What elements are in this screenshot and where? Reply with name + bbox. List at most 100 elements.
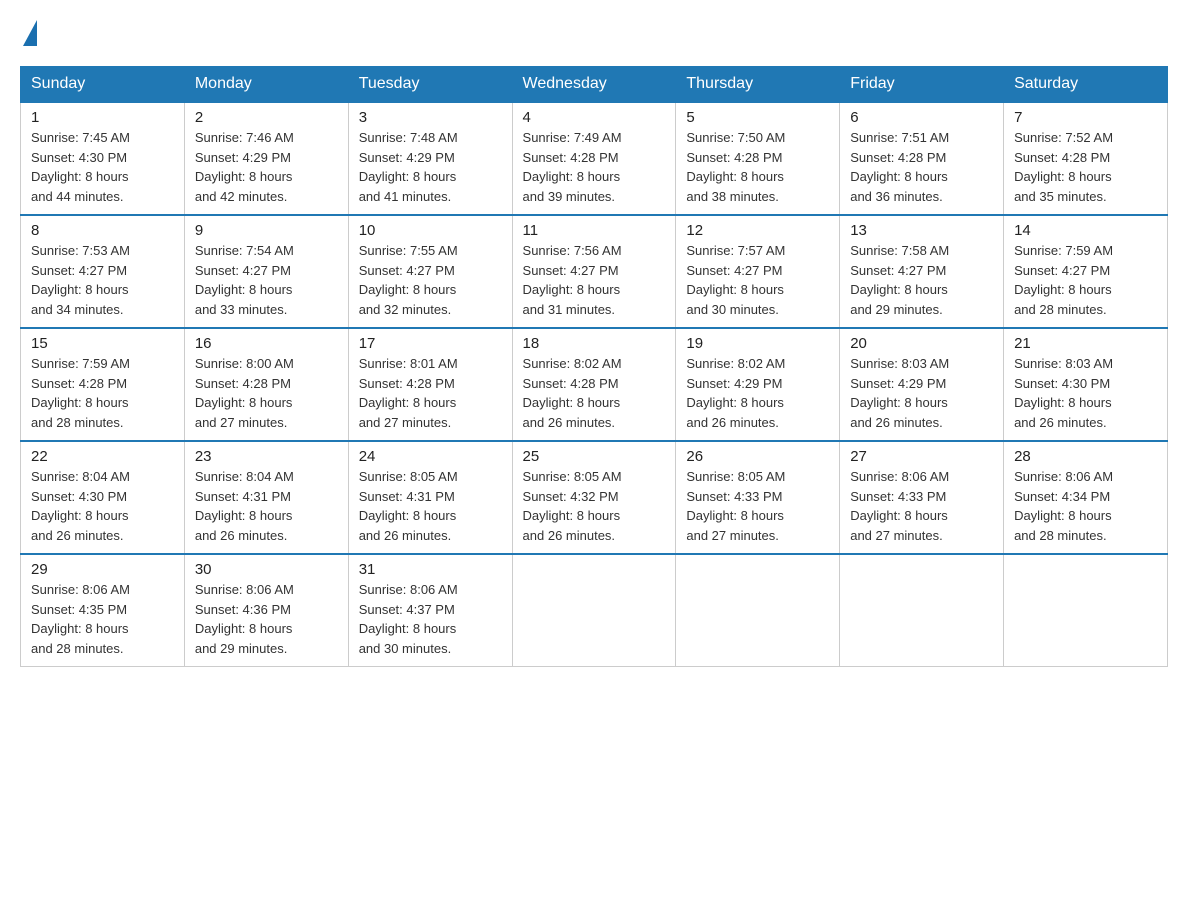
weekday-header-saturday: Saturday: [1004, 67, 1168, 103]
day-info: Sunrise: 8:04 AMSunset: 4:31 PMDaylight:…: [195, 467, 338, 545]
day-number: 25: [523, 448, 666, 465]
day-number: 6: [850, 109, 993, 126]
empty-cell: [1004, 554, 1168, 667]
week-row-3: 15 Sunrise: 7:59 AMSunset: 4:28 PMDayligh…: [21, 328, 1168, 441]
day-cell-12: 12 Sunrise: 7:57 AMSunset: 4:27 PMDayligh…: [676, 215, 840, 328]
day-info: Sunrise: 8:05 AMSunset: 4:31 PMDaylight:…: [359, 467, 502, 545]
day-number: 7: [1014, 109, 1157, 126]
day-cell-9: 9 Sunrise: 7:54 AMSunset: 4:27 PMDaylight…: [184, 215, 348, 328]
day-info: Sunrise: 8:05 AMSunset: 4:33 PMDaylight:…: [686, 467, 829, 545]
day-cell-18: 18 Sunrise: 8:02 AMSunset: 4:28 PMDayligh…: [512, 328, 676, 441]
day-cell-8: 8Sunrise: 7:53 AMSunset: 4:27 PMDaylight…: [21, 215, 185, 328]
day-cell-26: 26Sunrise: 8:05 AMSunset: 4:33 PMDayligh…: [676, 441, 840, 554]
logo-triangle-icon: [23, 20, 37, 46]
day-cell-10: 10 Sunrise: 7:55 AMSunset: 4:27 PMDayligh…: [348, 215, 512, 328]
day-cell-25: 25 Sunrise: 8:05 AMSunset: 4:32 PMDayligh…: [512, 441, 676, 554]
day-info: Sunrise: 8:00 AMSunset: 4:28 PMDaylight:…: [195, 354, 338, 432]
empty-cell: [840, 554, 1004, 667]
day-cell-14: 14Sunrise: 7:59 AMSunset: 4:27 PMDayligh…: [1004, 215, 1168, 328]
day-info: Sunrise: 8:06 AMSunset: 4:36 PMDaylight:…: [195, 580, 338, 658]
day-number: 18: [523, 335, 666, 352]
day-info: Sunrise: 8:01 AMSunset: 4:28 PMDaylight:…: [359, 354, 502, 432]
day-number: 15: [31, 335, 174, 352]
calendar-table: SundayMondayTuesdayWednesdayThursdayFrid…: [20, 66, 1168, 667]
day-number: 14: [1014, 222, 1157, 239]
day-info: Sunrise: 7:48 AMSunset: 4:29 PMDaylight:…: [359, 128, 502, 206]
day-info: Sunrise: 7:55 AMSunset: 4:27 PMDaylight:…: [359, 241, 502, 319]
day-info: Sunrise: 8:03 AMSunset: 4:29 PMDaylight:…: [850, 354, 993, 432]
day-info: Sunrise: 8:03 AMSunset: 4:30 PMDaylight:…: [1014, 354, 1157, 432]
day-cell-15: 15 Sunrise: 7:59 AMSunset: 4:28 PMDayligh…: [21, 328, 185, 441]
day-info: Sunrise: 8:02 AMSunset: 4:28 PMDaylight:…: [523, 354, 666, 432]
day-info: Sunrise: 7:51 AMSunset: 4:28 PMDaylight:…: [850, 128, 993, 206]
day-cell-22: 22 Sunrise: 8:04 AMSunset: 4:30 PMDayligh…: [21, 441, 185, 554]
day-cell-24: 24 Sunrise: 8:05 AMSunset: 4:31 PMDayligh…: [348, 441, 512, 554]
day-number: 3: [359, 109, 502, 126]
day-info: Sunrise: 8:04 AMSunset: 4:30 PMDaylight:…: [31, 467, 174, 545]
day-info: Sunrise: 7:58 AMSunset: 4:27 PMDaylight:…: [850, 241, 993, 319]
empty-cell: [512, 554, 676, 667]
day-number: 10: [359, 222, 502, 239]
day-number: 30: [195, 561, 338, 578]
empty-cell: [676, 554, 840, 667]
day-number: 17: [359, 335, 502, 352]
day-number: 23: [195, 448, 338, 465]
day-cell-7: 7 Sunrise: 7:52 AMSunset: 4:28 PMDaylight…: [1004, 102, 1168, 215]
day-cell-16: 16 Sunrise: 8:00 AMSunset: 4:28 PMDayligh…: [184, 328, 348, 441]
day-cell-17: 17 Sunrise: 8:01 AMSunset: 4:28 PMDayligh…: [348, 328, 512, 441]
day-number: 20: [850, 335, 993, 352]
day-number: 5: [686, 109, 829, 126]
day-number: 1: [31, 109, 174, 126]
day-number: 11: [523, 222, 666, 239]
day-number: 29: [31, 561, 174, 578]
day-cell-30: 30 Sunrise: 8:06 AMSunset: 4:36 PMDayligh…: [184, 554, 348, 667]
day-info: Sunrise: 7:52 AMSunset: 4:28 PMDaylight:…: [1014, 128, 1157, 206]
weekday-header-sunday: Sunday: [21, 67, 185, 103]
day-cell-5: 5 Sunrise: 7:50 AMSunset: 4:28 PMDaylight…: [676, 102, 840, 215]
week-row-2: 8Sunrise: 7:53 AMSunset: 4:27 PMDaylight…: [21, 215, 1168, 328]
day-cell-4: 4 Sunrise: 7:49 AMSunset: 4:28 PMDaylight…: [512, 102, 676, 215]
day-info: Sunrise: 7:56 AMSunset: 4:27 PMDaylight:…: [523, 241, 666, 319]
weekday-header-tuesday: Tuesday: [348, 67, 512, 103]
weekday-header-thursday: Thursday: [676, 67, 840, 103]
day-number: 27: [850, 448, 993, 465]
day-cell-3: 3 Sunrise: 7:48 AMSunset: 4:29 PMDaylight…: [348, 102, 512, 215]
weekday-header-row: SundayMondayTuesdayWednesdayThursdayFrid…: [21, 67, 1168, 103]
day-cell-11: 11 Sunrise: 7:56 AMSunset: 4:27 PMDayligh…: [512, 215, 676, 328]
day-number: 2: [195, 109, 338, 126]
week-row-4: 22 Sunrise: 8:04 AMSunset: 4:30 PMDayligh…: [21, 441, 1168, 554]
day-cell-6: 6 Sunrise: 7:51 AMSunset: 4:28 PMDaylight…: [840, 102, 1004, 215]
day-info: Sunrise: 7:45 AMSunset: 4:30 PMDaylight:…: [31, 128, 174, 206]
day-info: Sunrise: 7:59 AMSunset: 4:28 PMDaylight:…: [31, 354, 174, 432]
day-info: Sunrise: 8:06 AMSunset: 4:34 PMDaylight:…: [1014, 467, 1157, 545]
day-number: 22: [31, 448, 174, 465]
weekday-header-monday: Monday: [184, 67, 348, 103]
day-number: 16: [195, 335, 338, 352]
day-number: 31: [359, 561, 502, 578]
day-number: 28: [1014, 448, 1157, 465]
day-number: 9: [195, 222, 338, 239]
weekday-header-friday: Friday: [840, 67, 1004, 103]
day-number: 12: [686, 222, 829, 239]
day-cell-28: 28 Sunrise: 8:06 AMSunset: 4:34 PMDayligh…: [1004, 441, 1168, 554]
day-cell-1: 1 Sunrise: 7:45 AMSunset: 4:30 PMDaylight…: [21, 102, 185, 215]
week-row-1: 1 Sunrise: 7:45 AMSunset: 4:30 PMDaylight…: [21, 102, 1168, 215]
day-cell-21: 21 Sunrise: 8:03 AMSunset: 4:30 PMDayligh…: [1004, 328, 1168, 441]
day-number: 21: [1014, 335, 1157, 352]
day-info: Sunrise: 7:50 AMSunset: 4:28 PMDaylight:…: [686, 128, 829, 206]
day-info: Sunrise: 7:49 AMSunset: 4:28 PMDaylight:…: [523, 128, 666, 206]
day-number: 8: [31, 222, 174, 239]
day-info: Sunrise: 7:57 AMSunset: 4:27 PMDaylight:…: [686, 241, 829, 319]
day-cell-27: 27 Sunrise: 8:06 AMSunset: 4:33 PMDayligh…: [840, 441, 1004, 554]
day-cell-31: 31Sunrise: 8:06 AMSunset: 4:37 PMDayligh…: [348, 554, 512, 667]
day-number: 24: [359, 448, 502, 465]
day-number: 4: [523, 109, 666, 126]
day-info: Sunrise: 8:02 AMSunset: 4:29 PMDaylight:…: [686, 354, 829, 432]
day-info: Sunrise: 8:05 AMSunset: 4:32 PMDaylight:…: [523, 467, 666, 545]
day-info: Sunrise: 7:54 AMSunset: 4:27 PMDaylight:…: [195, 241, 338, 319]
day-info: Sunrise: 7:46 AMSunset: 4:29 PMDaylight:…: [195, 128, 338, 206]
day-info: Sunrise: 8:06 AMSunset: 4:33 PMDaylight:…: [850, 467, 993, 545]
day-cell-19: 19Sunrise: 8:02 AMSunset: 4:29 PMDayligh…: [676, 328, 840, 441]
day-cell-13: 13Sunrise: 7:58 AMSunset: 4:27 PMDayligh…: [840, 215, 1004, 328]
page-header: [20, 20, 1168, 46]
